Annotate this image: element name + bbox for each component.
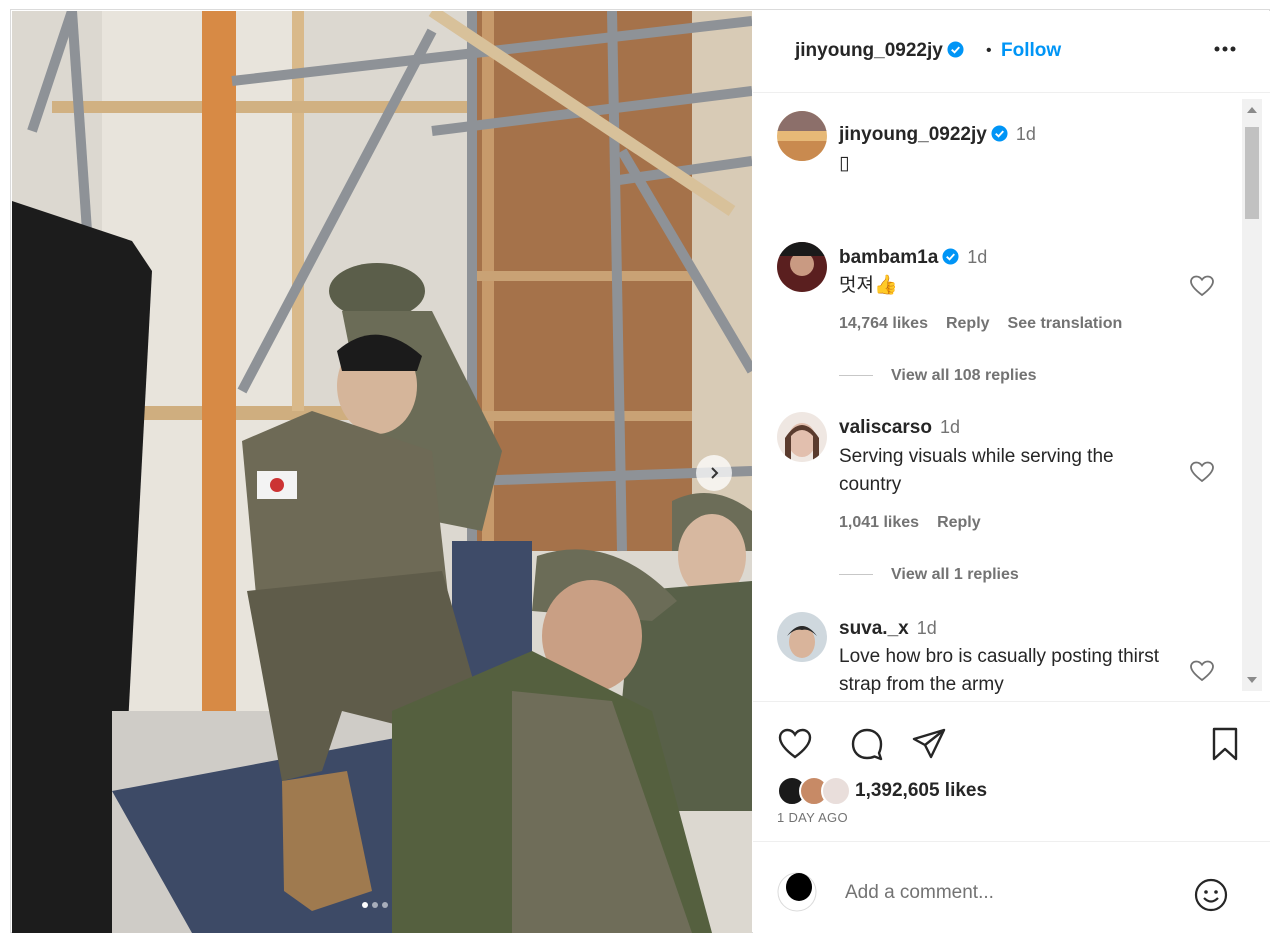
carousel-dot [382,902,388,908]
likes-count[interactable]: 1,392,605 likes [855,780,987,802]
verified-badge-icon [942,248,959,265]
add-comment-bar [753,841,1270,933]
carousel-indicator [362,902,388,908]
verified-badge-icon [947,41,964,58]
post-photo[interactable] [12,11,752,933]
chevron-right-icon [711,467,719,479]
comment-text: Love how bro is casually posting thirst … [839,646,1159,694]
scroll-down-arrow-icon[interactable] [1247,677,1257,683]
caption-avatar[interactable] [777,111,827,161]
soldiers-photo [12,11,752,933]
comment-username[interactable]: suva._x 1d [839,618,937,640]
header-separator: • [986,42,992,59]
comment-meta: 14,764 likes Reply See translation [839,315,1122,333]
add-comment-input[interactable] [845,878,1175,908]
current-user-avatar [777,872,817,912]
bookmark-icon[interactable] [1207,726,1243,762]
send-icon[interactable] [911,726,947,762]
caption-text: ▯ [839,153,850,174]
carousel-dot [362,902,368,908]
post-dialog: jinyoung_0922jy • Follow jinyoung_0922jy… [10,9,1270,933]
more-horizontal-icon[interactable] [1210,37,1240,61]
comment-text: Serving visuals while serving the countr… [839,446,1114,495]
avatar-image [777,612,827,662]
scroll-up-arrow-icon[interactable] [1247,107,1257,113]
view-replies-button[interactable]: View all 1 replies [839,566,1019,584]
comment-likes[interactable]: 14,764 likes [839,315,928,333]
post-header: jinyoung_0922jy • Follow [753,11,1270,93]
post-actions-bar [753,701,1270,761]
comment-username-text[interactable]: bambam1a [839,247,938,268]
author-username[interactable]: jinyoung_0922jy [795,40,964,62]
comment-text: 멋져👍 [839,275,898,296]
comment-avatar[interactable] [777,412,827,462]
scrollbar-thumb[interactable] [1245,127,1259,219]
likes-row: 1,392,605 likes [777,775,987,807]
comments-list: jinyoung_0922jy 1d ▯ bambam1a 1d 멋져👍 14,76… [753,94,1270,694]
comment-avatar[interactable] [777,242,827,292]
liker-avatar [821,776,851,806]
avatar-image [777,111,827,161]
view-replies-button[interactable]: View all 108 replies [839,367,1037,385]
comment-time: 1d [939,417,960,437]
comment-username-text[interactable]: suva._x [839,618,909,639]
reply-button[interactable]: Reply [937,514,981,532]
comment-meta: 1,041 likes Reply [839,514,981,532]
heart-icon[interactable] [777,726,813,762]
comment-username[interactable]: bambam1a 1d [839,247,987,269]
caption-username-text[interactable]: jinyoung_0922jy [839,124,987,145]
comment-avatar[interactable] [777,612,827,662]
comment-username-text[interactable]: valiscarso [839,417,932,438]
author-username-text[interactable]: jinyoung_0922jy [795,40,943,61]
follow-button[interactable]: Follow [1001,40,1061,62]
comment-like-heart-icon[interactable] [1189,659,1215,683]
comment-likes[interactable]: 1,041 likes [839,514,919,532]
comment-time: 1d [967,247,988,267]
comment-time: 1d [916,618,937,638]
caption-username[interactable]: jinyoung_0922jy 1d [839,124,1036,146]
carousel-next-button[interactable] [696,455,732,491]
reply-button[interactable]: Reply [946,315,990,333]
emoji-icon[interactable] [1193,877,1229,913]
comment-username[interactable]: valiscarso 1d [839,417,960,439]
post-timestamp[interactable]: 1 DAY AGO [777,810,848,825]
comment-like-heart-icon[interactable] [1189,460,1215,484]
carousel-dot [372,902,378,908]
post-sidebar: jinyoung_0922jy • Follow jinyoung_0922jy… [753,11,1270,933]
comment-like-heart-icon[interactable] [1189,274,1215,298]
avatar-image [777,412,827,462]
liker-avatars [777,775,855,807]
comments-scrollbar[interactable] [1242,99,1262,691]
verified-badge-icon [991,125,1008,142]
comment-icon[interactable] [849,726,885,762]
caption-time: 1d [1015,124,1036,144]
avatar-image [777,242,827,292]
see-translation-button[interactable]: See translation [1008,315,1123,333]
